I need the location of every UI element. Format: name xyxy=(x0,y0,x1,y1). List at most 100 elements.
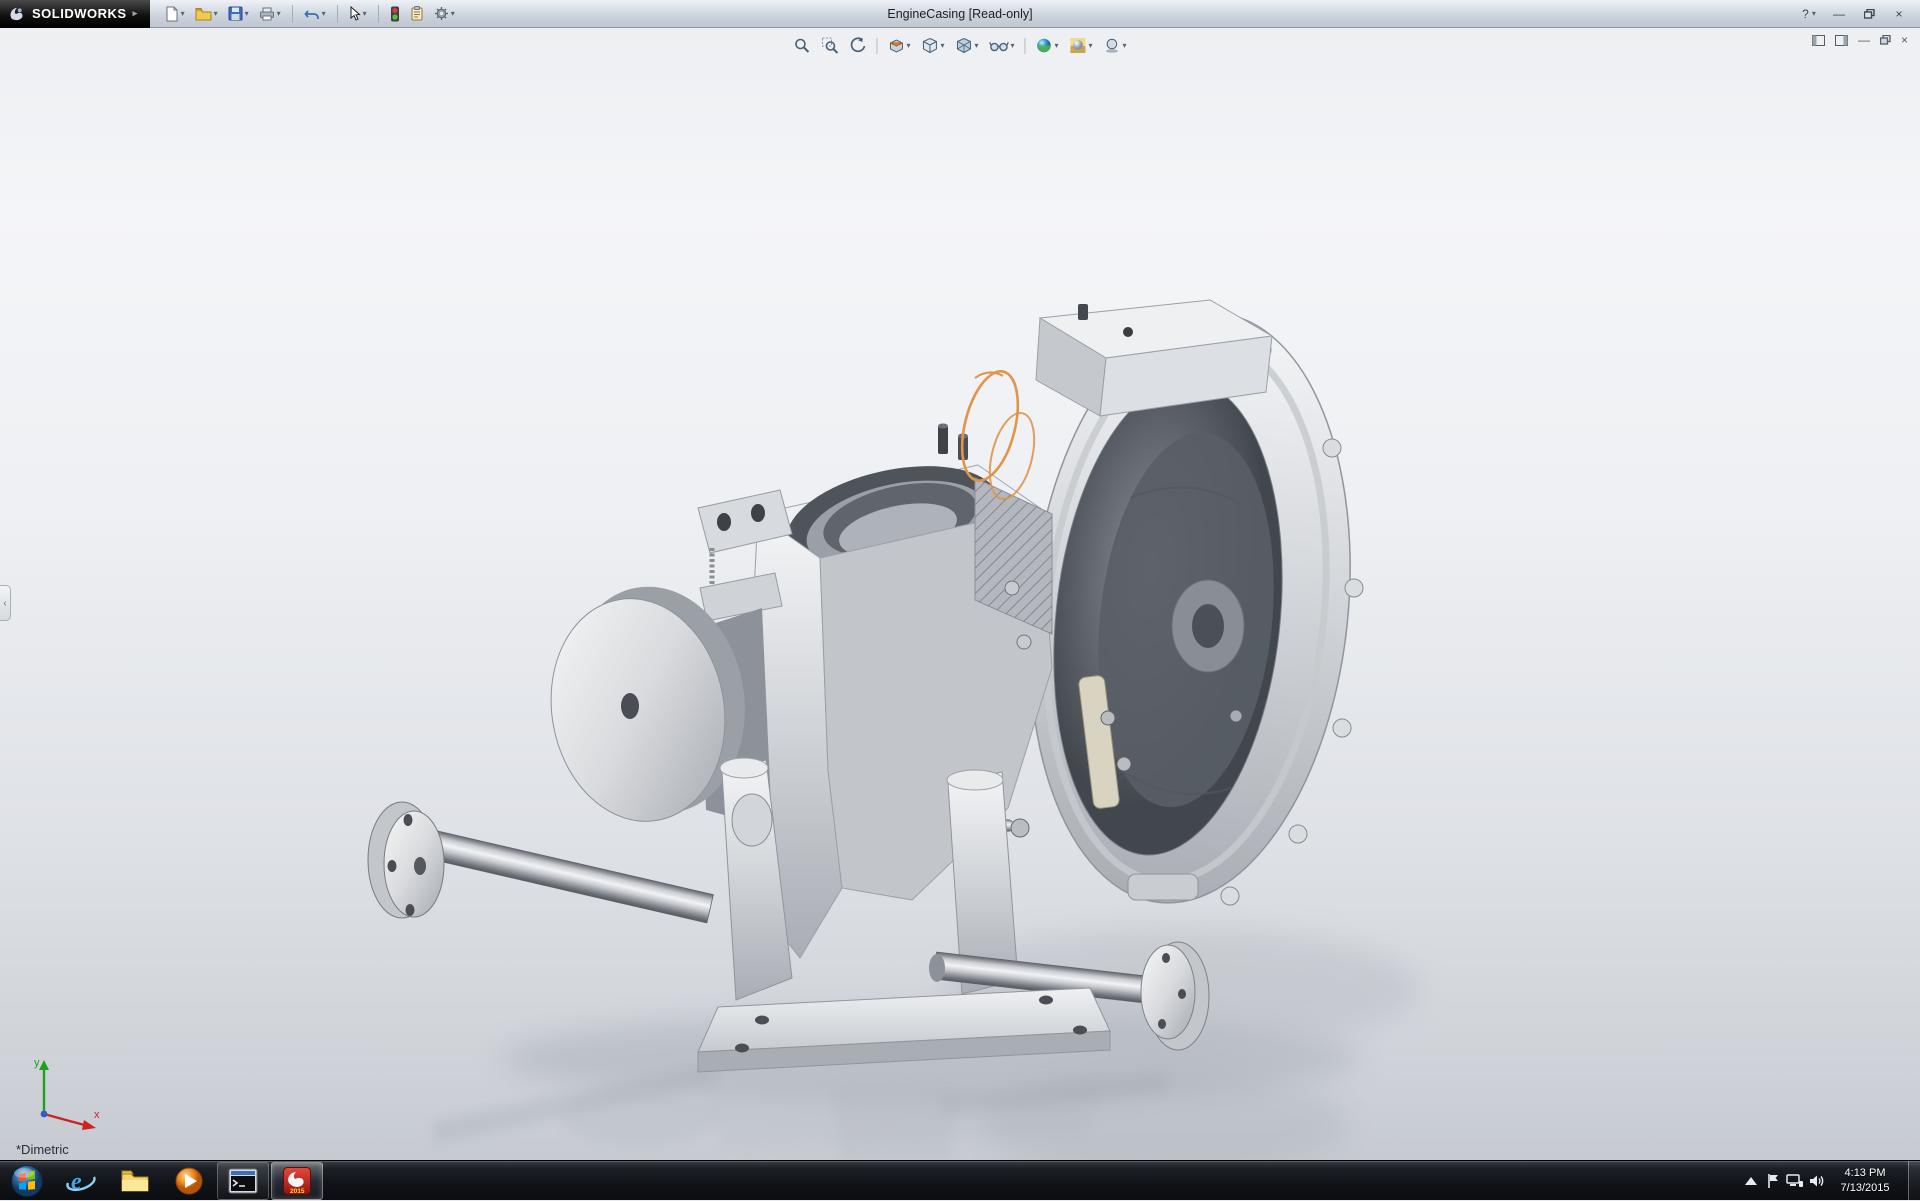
undo-button[interactable]: ▾ xyxy=(300,3,330,25)
media-player-icon xyxy=(174,1166,204,1196)
help-button[interactable]: ?▾ xyxy=(1794,4,1824,24)
coordinate-triad: y x xyxy=(22,1052,106,1136)
file-properties-button[interactable] xyxy=(406,3,428,25)
windows-taskbar: e 2015 xyxy=(0,1160,1920,1200)
view-orientation-button[interactable]: ▾ xyxy=(917,34,948,57)
restore-icon xyxy=(1880,35,1891,45)
view-orientation-cube-icon xyxy=(921,37,938,54)
dassault-logo-icon xyxy=(8,5,26,23)
dropdown-caret-icon[interactable]: ▾ xyxy=(322,10,326,18)
model-canvas[interactable] xyxy=(0,28,1920,1160)
new-document-button[interactable]: ▾ xyxy=(160,3,189,25)
glasses-icon xyxy=(989,38,1008,53)
show-desktop-button[interactable] xyxy=(1908,1161,1920,1201)
panel-right-icon xyxy=(1835,35,1848,46)
dropdown-caret-icon[interactable]: ▾ xyxy=(181,10,185,18)
printer-icon xyxy=(259,7,275,21)
document-window-controls: — × xyxy=(1812,33,1908,47)
dropdown-caret-icon[interactable]: ▾ xyxy=(1089,42,1093,50)
section-view-button[interactable]: ▾ xyxy=(883,34,914,57)
select-button[interactable]: ▾ xyxy=(345,3,371,25)
command-prompt-icon xyxy=(228,1168,258,1194)
volume-button[interactable] xyxy=(1806,1161,1828,1201)
headsup-view-toolbar: ▾ ▾ ▾ ▾ ▾ xyxy=(789,34,1130,57)
toolbar-separator xyxy=(378,5,379,23)
dropdown-caret-icon[interactable]: ▾ xyxy=(1010,42,1014,50)
task-pane-handle[interactable]: ‹ xyxy=(0,585,11,621)
dropdown-caret-icon[interactable]: ▾ xyxy=(1055,42,1059,50)
view-orientation-label: *Dimetric xyxy=(16,1142,69,1157)
internet-explorer-icon: e xyxy=(66,1166,96,1196)
properties-panel-button[interactable] xyxy=(1812,33,1825,47)
dropdown-caret-icon[interactable]: ▾ xyxy=(245,10,249,18)
rebuild-button[interactable] xyxy=(386,3,404,25)
toolbar-separator xyxy=(337,5,338,23)
dropdown-caret-icon[interactable]: ▾ xyxy=(974,42,978,50)
dropdown-caret-icon[interactable]: ▾ xyxy=(363,10,367,18)
titlebar-controls: ?▾ — × xyxy=(1794,0,1920,28)
dropdown-caret-icon[interactable]: ▾ xyxy=(214,10,218,18)
quick-access-toolbar: ▾ ▾ ▾ ▾ ▾ xyxy=(160,3,459,25)
zoom-to-area-icon xyxy=(821,37,838,54)
dropdown-caret-icon[interactable]: ▾ xyxy=(277,10,281,18)
dropdown-caret-icon[interactable]: ▾ xyxy=(451,10,455,18)
display-style-icon xyxy=(955,37,972,54)
system-tray: 4:13 PM 7/13/2015 xyxy=(1740,1161,1920,1201)
maximize-button[interactable] xyxy=(1854,4,1884,24)
volume-speaker-icon xyxy=(1809,1173,1825,1189)
save-button[interactable]: ▾ xyxy=(224,3,253,25)
open-folder-icon xyxy=(195,7,212,21)
file-properties-icon xyxy=(410,6,424,21)
select-cursor-icon xyxy=(349,6,361,22)
options-button[interactable]: ▾ xyxy=(430,3,459,25)
taskbar-solidworks[interactable]: 2015 xyxy=(271,1162,323,1200)
minimize-button[interactable]: — xyxy=(1824,4,1854,24)
new-document-icon xyxy=(164,6,179,22)
print-button[interactable]: ▾ xyxy=(255,3,285,25)
doc-close-button[interactable]: × xyxy=(1901,33,1908,47)
restore-icon xyxy=(1864,9,1875,19)
toolbar-separator xyxy=(292,5,293,23)
hidden-icons-button[interactable] xyxy=(1740,1161,1762,1201)
brand-expand-icon[interactable]: ▸ xyxy=(133,8,138,19)
close-button[interactable]: × xyxy=(1884,4,1914,24)
solidworks-icon: 2015 xyxy=(282,1166,312,1196)
section-view-icon xyxy=(887,37,904,54)
solidworks-year-badge: 2015 xyxy=(290,1188,305,1195)
display-style-button[interactable]: ▾ xyxy=(951,34,982,57)
doc-restore-button[interactable] xyxy=(1880,33,1891,47)
dropdown-caret-icon[interactable]: ▾ xyxy=(906,42,910,50)
taskbar-internet-explorer[interactable]: e xyxy=(55,1162,107,1200)
taskbar-command-prompt[interactable] xyxy=(217,1162,269,1200)
action-center-flag-icon xyxy=(1765,1173,1781,1189)
open-button[interactable]: ▾ xyxy=(191,3,222,25)
zoom-to-area-button[interactable] xyxy=(817,34,842,57)
doc-minimize-button[interactable]: — xyxy=(1858,33,1870,47)
action-center-button[interactable] xyxy=(1762,1161,1784,1201)
tray-time: 4:13 PM xyxy=(1832,1166,1898,1180)
dropdown-caret-icon[interactable]: ▾ xyxy=(1123,42,1127,50)
dropdown-caret-icon: ▾ xyxy=(1812,10,1816,18)
new-window-button[interactable] xyxy=(1835,33,1848,47)
graphics-viewport[interactable]: ▾ ▾ ▾ ▾ ▾ xyxy=(0,28,1920,1160)
zoom-to-fit-icon xyxy=(793,37,810,54)
solidworks-logo[interactable]: SOLIDWORKS ▸ xyxy=(0,0,150,28)
edit-appearance-button[interactable]: ▾ xyxy=(1032,34,1063,57)
taskbar-windows-explorer[interactable] xyxy=(109,1162,161,1200)
rebuild-traffic-icon xyxy=(390,6,400,22)
undo-arrow-icon xyxy=(304,7,320,21)
zoom-to-fit-button[interactable] xyxy=(789,34,814,57)
tray-clock[interactable]: 4:13 PM 7/13/2015 xyxy=(1828,1166,1902,1195)
previous-view-button[interactable] xyxy=(845,34,870,57)
view-settings-button[interactable]: ▾ xyxy=(1100,34,1131,57)
network-button[interactable] xyxy=(1784,1161,1806,1201)
taskbar-media-player[interactable] xyxy=(163,1162,215,1200)
dropdown-caret-icon[interactable]: ▾ xyxy=(940,42,944,50)
appearance-ball-icon xyxy=(1036,37,1053,54)
mount-rod-left[interactable] xyxy=(368,802,713,923)
y-axis-label: y xyxy=(34,1057,40,1069)
hide-show-items-button[interactable]: ▾ xyxy=(985,35,1018,56)
apply-scene-button[interactable]: ▾ xyxy=(1066,34,1097,57)
start-button[interactable] xyxy=(0,1161,54,1201)
tray-date: 7/13/2015 xyxy=(1832,1181,1898,1195)
